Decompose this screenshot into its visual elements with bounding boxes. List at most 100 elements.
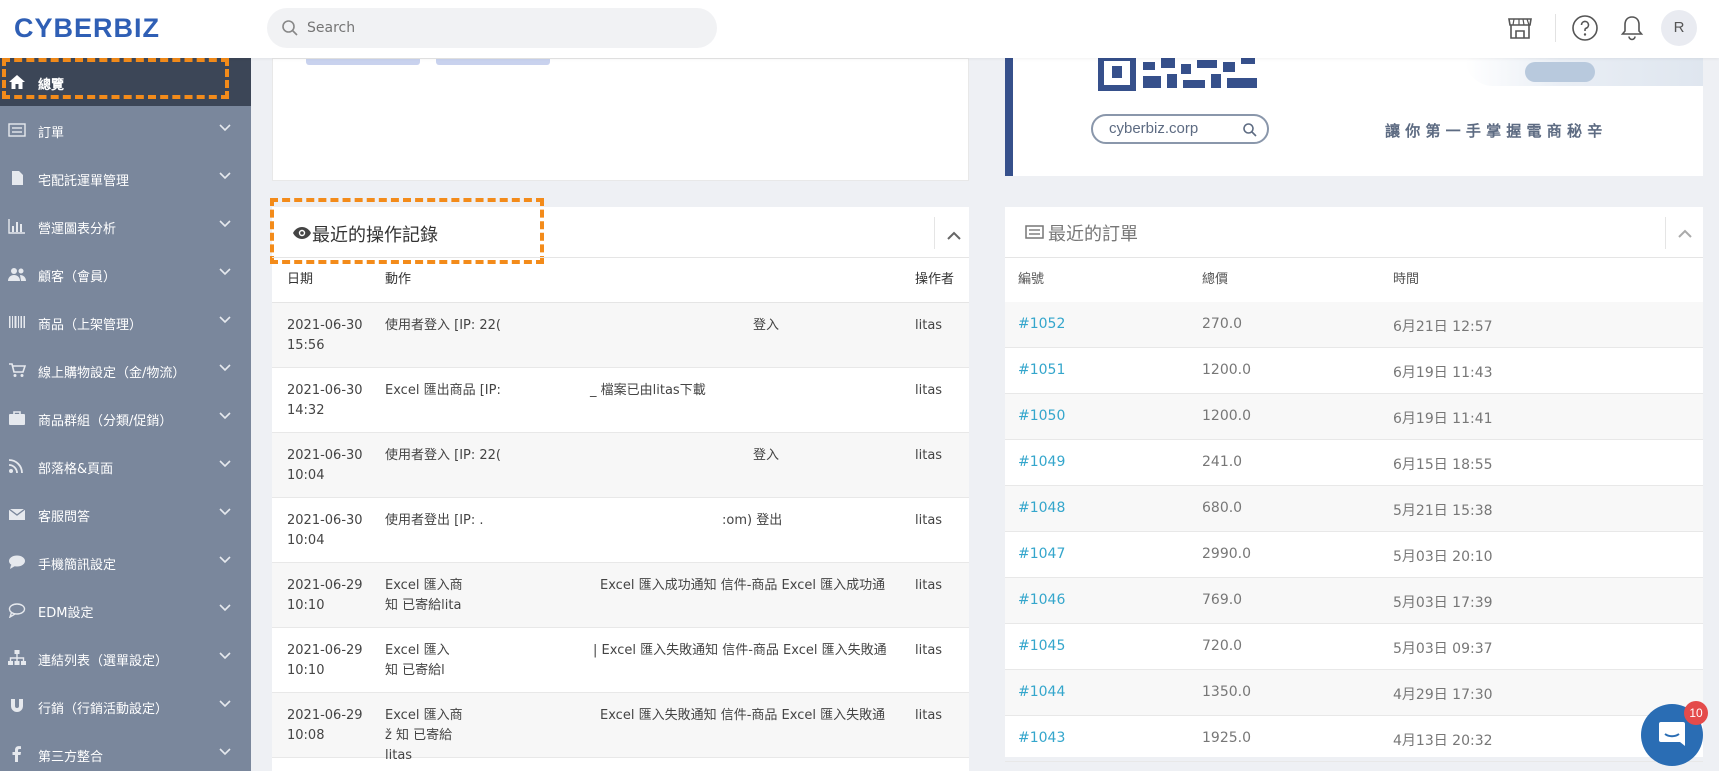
- highlight-activity-title: [270, 198, 544, 264]
- chevron-down-icon: [219, 460, 231, 468]
- order-time: 6月19日 11:41: [1393, 411, 1493, 427]
- table-row: #1049 241.0 6月15日 18:55: [1005, 440, 1703, 486]
- social-handle-pill: cyberbiz.corp: [1091, 114, 1269, 144]
- chevron-down-icon: [219, 652, 231, 660]
- sidebar-item-integrations[interactable]: 第三方整合: [0, 730, 251, 771]
- sidebar-item-label: 第三方整合: [38, 750, 104, 765]
- order-number-link[interactable]: #1043: [1018, 730, 1065, 746]
- order-total: 241.0: [1202, 454, 1243, 470]
- sidebar-item-label: 宅配託運單管理: [38, 174, 130, 189]
- envelope-icon: [8, 508, 26, 520]
- document-icon: [12, 171, 23, 185]
- sidebar-item-label: 手機簡訊設定: [38, 558, 117, 573]
- sidebar-item-label: 商品（上架管理）: [38, 318, 143, 333]
- sidebar-item-marketing[interactable]: 行銷（行銷活動設定）: [0, 682, 251, 730]
- row-action-tail: Excel 匯入失敗通知 信件-商品 Excel 匯入失敗通: [600, 708, 886, 723]
- sidebar-item-label: 部落格&頁面: [38, 462, 114, 477]
- order-total: 1200.0: [1202, 362, 1251, 378]
- sidebar-item-shipping[interactable]: 宅配託運單管理: [0, 154, 251, 202]
- order-number-link[interactable]: #1045: [1018, 638, 1065, 654]
- table-row: 2021-06-29 10:10 Excel 匯入商 知 已寄給lita Exc…: [272, 563, 969, 628]
- order-number-link[interactable]: #1047: [1018, 546, 1065, 562]
- facebook-icon: [12, 746, 21, 762]
- order-total: 769.0: [1202, 592, 1243, 608]
- row-operator: litas: [915, 318, 943, 333]
- table-row: 2021-06-30 14:32 Excel 匯出商品 [IP: _ 檔案已由l…: [272, 368, 969, 433]
- row-action-tail: :om) 登出: [722, 513, 783, 528]
- banner-photo: [1465, 58, 1703, 86]
- chevron-down-icon: [219, 124, 231, 132]
- order-total: 1350.0: [1202, 684, 1251, 700]
- help-icon[interactable]: [1571, 14, 1599, 42]
- order-number-link[interactable]: #1051: [1018, 362, 1065, 378]
- search-input[interactable]: [307, 16, 697, 40]
- column-header-total: 總價: [1202, 272, 1229, 287]
- order-total: 1200.0: [1202, 408, 1251, 424]
- sidebar-item-link-lists[interactable]: 連結列表（選單設定）: [0, 634, 251, 682]
- row-action-tail: _ 檔案已由litas下載: [590, 383, 706, 398]
- banner-slogan: 讓 你 第 一 手 掌 握 電 商 秘 辛: [1385, 122, 1603, 140]
- user-avatar[interactable]: R: [1661, 10, 1697, 46]
- order-time: 5月03日 20:10: [1393, 549, 1493, 565]
- order-time: 5月03日 09:37: [1393, 641, 1493, 657]
- orders-icon: [8, 123, 26, 137]
- column-header-action: 動作: [385, 272, 412, 287]
- search-bar[interactable]: [267, 8, 717, 48]
- chat-unread-badge: 10: [1684, 701, 1708, 725]
- row-date: 2021-06-30 14:32: [287, 383, 363, 418]
- chevron-down-icon: [219, 364, 231, 372]
- qr-code-icon: [1098, 58, 1257, 91]
- table-row: #1044 1350.0 4月29日 17:30: [1005, 670, 1703, 716]
- store-icon[interactable]: [1506, 14, 1534, 42]
- row-date: 2021-06-30 10:04: [287, 448, 363, 483]
- row-operator: litas: [915, 643, 943, 658]
- promo-banner[interactable]: cyberbiz.corp 讓 你 第 一 手 掌 握 電 商 秘 辛: [1005, 58, 1703, 176]
- table-row: #1052 270.0 6月21日 12:57: [1005, 302, 1703, 348]
- row-operator: litas: [915, 448, 943, 463]
- collapse-chevron-up-icon[interactable]: [937, 219, 971, 253]
- order-number-link[interactable]: #1049: [1018, 454, 1065, 470]
- sidebar-item-checkout-settings[interactable]: 線上購物設定（金/物流）: [0, 346, 251, 394]
- row-date: 2021-06-30 15:56: [287, 318, 363, 353]
- sidebar-item-sms[interactable]: 手機簡訊設定: [0, 538, 251, 586]
- notification-bell-icon[interactable]: [1618, 14, 1646, 42]
- magnet-icon: [11, 699, 23, 712]
- bar-chart-icon: [8, 219, 25, 234]
- collapse-chevron-up-icon[interactable]: [1668, 217, 1702, 251]
- sidebar-item-edm[interactable]: EDM設定: [0, 586, 251, 634]
- chevron-down-icon: [219, 604, 231, 612]
- sidebar-item-label: 線上購物設定（金/物流）: [38, 366, 186, 381]
- row-action-tail: | Excel 匯入失敗通知 信件-商品 Excel 匯入失敗通: [593, 643, 887, 658]
- row-date: 2021-06-30 10:04: [287, 513, 363, 548]
- panel-button-right[interactable]: [436, 59, 550, 65]
- order-total: 720.0: [1202, 638, 1243, 654]
- order-number-link[interactable]: #1044: [1018, 684, 1065, 700]
- table-row: #1046 769.0 5月03日 17:39: [1005, 578, 1703, 624]
- sidebar: 總覽 訂單 宅配託運單管理 營運圖表分析 顧客（會員） 商品（上架管理） 線上購…: [0, 58, 251, 771]
- sidebar-item-label: 連結列表（選單設定）: [38, 654, 169, 669]
- cyberbiz-logo[interactable]: CYBERBIZ: [14, 13, 160, 44]
- table-row: #1045 720.0 5月03日 09:37: [1005, 624, 1703, 670]
- sidebar-item-support[interactable]: 客服問答: [0, 490, 251, 538]
- sidebar-item-analytics[interactable]: 營運圖表分析: [0, 202, 251, 250]
- column-header-time: 時間: [1393, 272, 1420, 287]
- order-total: 2990.0: [1202, 546, 1251, 562]
- order-number-link[interactable]: #1048: [1018, 500, 1065, 516]
- row-operator: litas: [915, 383, 943, 398]
- sidebar-item-customers[interactable]: 顧客（會員）: [0, 250, 251, 298]
- order-number-link[interactable]: #1050: [1018, 408, 1065, 424]
- sidebar-item-blog-pages[interactable]: 部落格&頁面: [0, 442, 251, 490]
- sidebar-item-products[interactable]: 商品（上架管理）: [0, 298, 251, 346]
- sidebar-item-orders[interactable]: 訂單: [0, 106, 251, 154]
- order-time: 5月03日 17:39: [1393, 595, 1493, 611]
- table-row: 2021-06-29 10:10 Excel 匯入 知 已寄給l | Excel…: [272, 628, 969, 693]
- sidebar-item-label: 客服問答: [38, 510, 91, 525]
- table-row: 2021-06-30 15:56 使用者登入 [IP: 22( 登入 litas: [272, 303, 969, 368]
- row-date: 2021-06-29 10:08: [287, 708, 363, 743]
- sidebar-item-product-groups[interactable]: 商品群組（分類/促銷）: [0, 394, 251, 442]
- row-operator: litas: [915, 708, 943, 723]
- order-number-link[interactable]: #1046: [1018, 592, 1065, 608]
- social-handle-text: cyberbiz.corp: [1109, 120, 1199, 137]
- order-number-link[interactable]: #1052: [1018, 316, 1065, 332]
- panel-button-left[interactable]: [306, 59, 420, 65]
